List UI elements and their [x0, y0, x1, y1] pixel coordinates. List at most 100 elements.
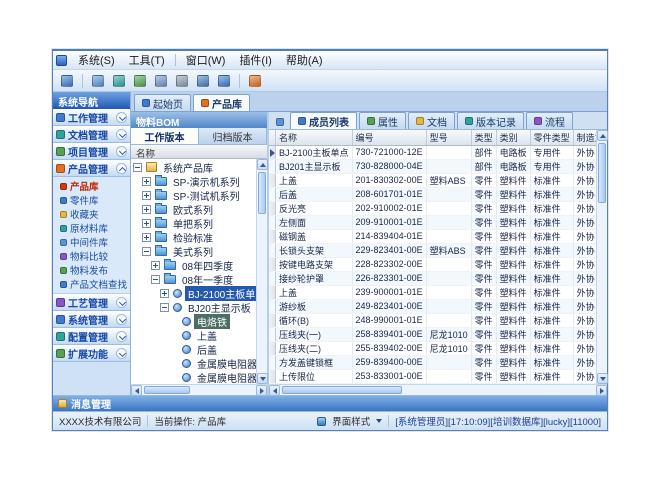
chevron-down-icon[interactable]: [116, 112, 127, 123]
nav-item-intermediate-lib[interactable]: 中间件库: [53, 235, 130, 249]
tree-expander[interactable]: [142, 219, 151, 228]
tree-node[interactable]: 08年一季度: [131, 272, 256, 286]
tree-node[interactable]: SP-测试机系列: [131, 188, 256, 202]
scroll-thumb[interactable]: [144, 386, 190, 394]
nav-group-work[interactable]: 工作管理: [53, 109, 130, 126]
column-header-6[interactable]: 制造方式: [573, 130, 596, 145]
nav-group-process[interactable]: 工艺管理: [53, 294, 130, 311]
menu-item-tools[interactable]: 工具(T): [122, 50, 172, 70]
nav-group-system[interactable]: 系统管理: [53, 311, 130, 328]
nav-item-raw-material-lib[interactable]: 原材料库: [53, 221, 130, 235]
tree-node[interactable]: 单把系列: [131, 216, 256, 230]
tree-vertical-scrollbar[interactable]: [256, 159, 267, 384]
grid-view-button[interactable]: [131, 72, 149, 90]
column-header-5[interactable]: 零件类型: [530, 130, 573, 145]
bom-tab-working[interactable]: 工作版本: [131, 128, 199, 144]
table-row[interactable]: 磁钢盖214-839404-01E零件塑料件标准件外协个: [269, 229, 596, 243]
table-horizontal-scrollbar[interactable]: [269, 384, 607, 395]
tree-node[interactable]: 系统产品库: [131, 160, 256, 174]
scroll-thumb[interactable]: [258, 172, 266, 214]
nav-group-extension[interactable]: 扩展功能: [53, 345, 130, 362]
table-row[interactable]: 压线夹(一)258-839401-00E尼龙1010零件塑料件标准件外协个: [269, 327, 596, 341]
nav-item-product-lib[interactable]: 产品库: [53, 179, 130, 193]
tab-product-lib[interactable]: 产品库: [193, 94, 250, 111]
tree-expander[interactable]: [142, 191, 151, 200]
tree-expander[interactable]: [160, 303, 169, 312]
bom-tab-archived[interactable]: 归档版本: [199, 128, 267, 144]
tree-node[interactable]: BJ-2100主板单点: [131, 286, 256, 300]
chevron-down-icon[interactable]: [116, 314, 127, 325]
nav-group-project[interactable]: 项目管理: [53, 143, 130, 160]
column-header-2[interactable]: 型号: [426, 130, 471, 145]
scroll-thumb[interactable]: [598, 143, 606, 203]
tab-start[interactable]: 起始页: [134, 94, 191, 111]
table-row[interactable]: 按键电路支架228-823302-00E零件塑料件标准件外协个: [269, 257, 596, 271]
menu-item-help[interactable]: 帮助(A): [279, 50, 330, 70]
tree-node[interactable]: SP-演示机系列: [131, 174, 256, 188]
menu-item-plugins[interactable]: 插件(I): [232, 50, 278, 70]
tree-node[interactable]: 上盖: [131, 328, 256, 342]
table-row[interactable]: 上传限位253-833001-00E零件塑料件标准件外协个: [269, 369, 596, 383]
tree-expander[interactable]: [151, 261, 160, 270]
column-header-0[interactable]: 名称: [276, 130, 353, 145]
mail-button[interactable]: [152, 72, 170, 90]
members-tab-workflow[interactable]: 流程: [526, 112, 573, 129]
scroll-up-button[interactable]: [257, 159, 268, 170]
scroll-down-button[interactable]: [257, 373, 268, 384]
members-tab-documents[interactable]: 文档: [408, 112, 455, 129]
ui-style-label[interactable]: 界面样式: [332, 414, 370, 428]
chevron-down-icon[interactable]: [116, 146, 127, 157]
table-row[interactable]: BJ201主显示板730-828000-04E部件电路板专用件外协块: [269, 159, 596, 173]
table-row[interactable]: 上盖201-830302-00E塑料ABS零件塑料件标准件外协个: [269, 173, 596, 187]
tree-expander[interactable]: [133, 163, 142, 172]
tree-node[interactable]: 金属膜电阻器: [131, 356, 256, 370]
tree-expander[interactable]: [151, 275, 160, 284]
nav-item-part-lib[interactable]: 零件库: [53, 193, 130, 207]
user-button[interactable]: [58, 72, 76, 90]
table-row[interactable]: 反光亮202-910002-01E零件塑料件标准件外协个: [269, 201, 596, 215]
column-header-4[interactable]: 类别: [496, 130, 530, 145]
chevron-down-icon[interactable]: [116, 348, 127, 359]
tree-view-button[interactable]: [110, 72, 128, 90]
nav-group-config[interactable]: 配置管理: [53, 328, 130, 345]
tree-node[interactable]: 检验标准: [131, 230, 256, 244]
column-header-3[interactable]: 类型: [471, 130, 496, 145]
message-panel-header[interactable]: 消息管理: [53, 395, 607, 411]
members-tab-members[interactable]: 成员列表: [290, 112, 357, 129]
scroll-track[interactable]: [142, 385, 256, 395]
tree-node[interactable]: 欧式系列: [131, 202, 256, 216]
tree-horizontal-scrollbar[interactable]: [131, 384, 267, 395]
help-button[interactable]: [215, 72, 233, 90]
scroll-track[interactable]: [280, 385, 596, 395]
tree-node[interactable]: 美式系列: [131, 244, 256, 258]
table-row[interactable]: 上盖239-900001-01E零件塑料件标准件外协个: [269, 285, 596, 299]
settings-button[interactable]: [194, 72, 212, 90]
members-corner-button[interactable]: [272, 114, 288, 129]
nav-item-material-compare[interactable]: 物料比较: [53, 249, 130, 263]
exit-button[interactable]: [246, 72, 264, 90]
members-tab-properties[interactable]: 属性: [359, 112, 406, 129]
tree-column-header[interactable]: 名称: [131, 145, 267, 159]
chevron-down-icon[interactable]: [116, 297, 127, 308]
table-row[interactable]: 游纱板249-823401-00E零件塑料件标准件外协个: [269, 299, 596, 313]
scroll-track[interactable]: [597, 141, 607, 373]
table-row[interactable]: 长锁头支架229-823401-00E塑料ABS零件塑料件标准件外协个: [269, 243, 596, 257]
table-row[interactable]: BJ-2100主板单点730-721000-12E部件电路板专用件外协块: [269, 145, 596, 159]
scroll-track[interactable]: [257, 170, 267, 373]
nav-group-product[interactable]: 产品管理: [53, 160, 130, 177]
tree-expander[interactable]: [142, 205, 151, 214]
ui-style-dropdown-arrow[interactable]: [376, 419, 382, 423]
nav-item-material-publish[interactable]: 物料发布: [53, 263, 130, 277]
tree-node[interactable]: 08年四季度: [131, 258, 256, 272]
tree-node[interactable]: 金属膜电阻器: [131, 370, 256, 384]
menu-item-system[interactable]: 系统(S): [71, 50, 122, 70]
scroll-thumb[interactable]: [282, 386, 402, 394]
table-row[interactable]: 循环(B)248-990001-01E零件塑料件标准件外协个: [269, 313, 596, 327]
table-vertical-scrollbar[interactable]: [596, 130, 607, 384]
members-tab-versions[interactable]: 版本记录: [457, 112, 524, 129]
tree-expander[interactable]: [142, 247, 151, 256]
table-row[interactable]: 后盖208-601701-01E零件塑料件标准件外协个: [269, 187, 596, 201]
scroll-down-button[interactable]: [597, 373, 608, 384]
nav-group-document[interactable]: 文档管理: [53, 126, 130, 143]
nav-item-favorites[interactable]: 收藏夹: [53, 207, 130, 221]
